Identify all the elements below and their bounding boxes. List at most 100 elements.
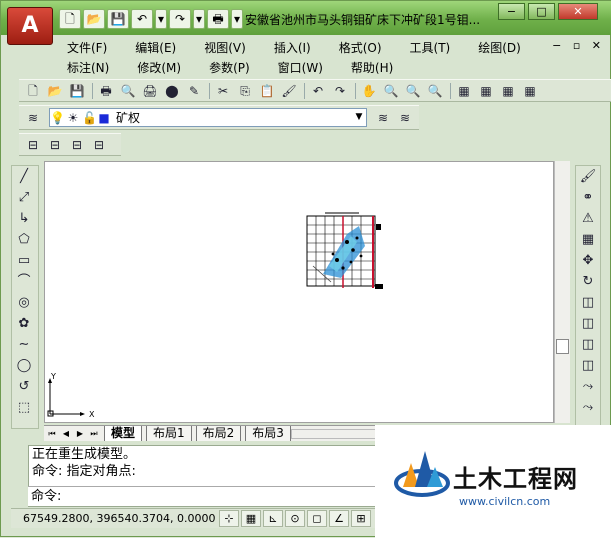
mirror-icon[interactable]: ⚠ bbox=[576, 208, 600, 229]
qat-customize-icon[interactable]: ▾ bbox=[231, 9, 243, 29]
stretch-icon[interactable]: ◫ bbox=[576, 313, 600, 334]
plot-preview-icon[interactable]: 🔍 bbox=[118, 82, 138, 100]
snap-mode-icon[interactable]: ⊹ bbox=[219, 510, 239, 527]
chevron-down-icon[interactable]: ▼ bbox=[352, 109, 366, 126]
tab-layout2[interactable]: 布局2 bbox=[195, 426, 242, 441]
redo-icon[interactable]: ↷ bbox=[169, 9, 191, 29]
ellipse-arc-icon[interactable]: ↺ bbox=[12, 376, 36, 397]
rectangle-icon[interactable]: ▭ bbox=[12, 250, 36, 271]
open-icon[interactable]: 📂 bbox=[45, 82, 65, 100]
object-snap-icon[interactable]: ◻ bbox=[307, 510, 327, 527]
copy-icon[interactable]: ⎘ bbox=[235, 82, 255, 100]
scale-icon[interactable]: ◫ bbox=[576, 292, 600, 313]
arc-icon[interactable]: ⌒ bbox=[12, 271, 36, 292]
polygon-icon[interactable]: ⬠ bbox=[12, 229, 36, 250]
tab-layout1[interactable]: 布局1 bbox=[146, 426, 192, 441]
new-file-icon[interactable]: 🗋 bbox=[59, 9, 81, 29]
construction-line-icon[interactable]: ⤢ bbox=[12, 187, 36, 208]
tab-model[interactable]: 模型 bbox=[104, 426, 143, 441]
layer-thaw-icon[interactable]: ☀ bbox=[66, 109, 80, 127]
insert-block-icon[interactable]: ⊟ bbox=[45, 136, 65, 154]
menu-dimension[interactable]: 标注(N) bbox=[67, 59, 109, 76]
sheet-set-icon[interactable]: ▦ bbox=[520, 82, 540, 100]
plot-icon[interactable]: 🖶 bbox=[96, 82, 116, 100]
rotate-icon[interactable]: ↻ bbox=[576, 271, 600, 292]
menu-file[interactable]: 文件(F) bbox=[67, 39, 107, 56]
line-icon[interactable]: ╱ bbox=[12, 166, 36, 187]
move-icon[interactable]: ✥ bbox=[576, 250, 600, 271]
next-tab-icon[interactable]: ▶ bbox=[74, 428, 86, 440]
table-style-icon[interactable]: ⊟ bbox=[89, 136, 109, 154]
open-file-icon[interactable]: 📂 bbox=[83, 9, 105, 29]
ortho-mode-icon[interactable]: ⊾ bbox=[263, 510, 283, 527]
menu-format[interactable]: 格式(O) bbox=[339, 39, 382, 56]
save-icon[interactable]: 💾 bbox=[107, 9, 129, 29]
text-style-icon[interactable]: ⊟ bbox=[67, 136, 87, 154]
object-snap-tracking-icon[interactable]: ∠ bbox=[329, 510, 349, 527]
zoom-window-icon[interactable]: 🔍 bbox=[403, 82, 423, 100]
match-properties-icon[interactable]: 🖌 bbox=[279, 82, 299, 100]
undo-icon[interactable]: ↶ bbox=[308, 82, 328, 100]
last-tab-icon[interactable]: ⏭ bbox=[88, 428, 100, 440]
circle-icon[interactable]: ◎ bbox=[12, 292, 36, 313]
layer-previous-icon[interactable]: ≋ bbox=[395, 109, 415, 127]
menu-modify[interactable]: 修改(M) bbox=[137, 59, 181, 76]
make-object-layer-current-icon[interactable]: ≋ bbox=[373, 109, 393, 127]
polar-tracking-icon[interactable]: ⊙ bbox=[285, 510, 305, 527]
copy-object-icon[interactable]: ⚭ bbox=[576, 187, 600, 208]
drawing-canvas[interactable]: Y X bbox=[44, 161, 554, 423]
document-window-controls[interactable]: − ▫ ✕ bbox=[552, 39, 605, 52]
3d-dwf-icon[interactable]: ⬤ bbox=[162, 82, 182, 100]
cut-icon[interactable]: ✂ bbox=[213, 82, 233, 100]
save-icon[interactable]: 💾 bbox=[67, 82, 87, 100]
menu-window[interactable]: 窗口(W) bbox=[278, 59, 323, 76]
layer-unlock-icon[interactable]: 🔓 bbox=[82, 109, 97, 127]
design-center-icon[interactable]: ▦ bbox=[476, 82, 496, 100]
trim-icon[interactable]: ◫ bbox=[576, 334, 600, 355]
revision-cloud-icon[interactable]: ✿ bbox=[12, 313, 36, 334]
join-icon[interactable]: ⤳ bbox=[576, 397, 600, 418]
first-tab-icon[interactable]: ⏮ bbox=[46, 428, 58, 440]
spline-icon[interactable]: ∼ bbox=[12, 334, 36, 355]
menu-help[interactable]: 帮助(H) bbox=[351, 59, 393, 76]
maximize-button[interactable]: □ bbox=[528, 3, 555, 20]
layer-dropdown[interactable]: 💡 ☀ 🔓 ■ 矿权 ▼ bbox=[49, 108, 367, 127]
array-icon[interactable]: ▦ bbox=[576, 229, 600, 250]
command-input[interactable]: 命令: bbox=[28, 486, 378, 506]
dynamic-ucs-icon[interactable]: ⊞ bbox=[351, 510, 371, 527]
polyline-icon[interactable]: ↳ bbox=[12, 208, 36, 229]
pan-icon[interactable]: ✋ bbox=[359, 82, 379, 100]
paste-icon[interactable]: 📋 bbox=[257, 82, 277, 100]
minimize-button[interactable]: − bbox=[498, 3, 525, 20]
insert-block-icon[interactable]: ⬚ bbox=[12, 397, 36, 418]
application-menu-button[interactable]: A bbox=[7, 7, 53, 45]
ellipse-icon[interactable]: ◯ bbox=[12, 355, 36, 376]
print-icon[interactable]: 🖶 bbox=[207, 9, 229, 29]
layer-on-icon[interactable]: 💡 bbox=[50, 109, 65, 127]
markup-icon[interactable]: ✎ bbox=[184, 82, 204, 100]
tool-palettes-icon[interactable]: ▦ bbox=[498, 82, 518, 100]
menu-insert[interactable]: 插入(I) bbox=[274, 39, 311, 56]
zoom-previous-icon[interactable]: 🔍 bbox=[425, 82, 445, 100]
menu-view[interactable]: 视图(V) bbox=[204, 39, 246, 56]
scrollbar-thumb[interactable] bbox=[556, 339, 569, 354]
menu-parametric[interactable]: 参数(P) bbox=[209, 59, 250, 76]
extend-icon[interactable]: ◫ bbox=[576, 355, 600, 376]
redo-dropdown-icon[interactable]: ▾ bbox=[193, 9, 205, 29]
close-button[interactable]: ✕ bbox=[558, 3, 598, 20]
new-icon[interactable]: 🗋 bbox=[23, 82, 43, 100]
menu-edit[interactable]: 编辑(E) bbox=[135, 39, 176, 56]
layer-manager-icon[interactable]: ≋ bbox=[23, 109, 43, 127]
grid-display-icon[interactable]: ▦ bbox=[241, 510, 261, 527]
tab-layout3[interactable]: 布局3 bbox=[245, 426, 291, 441]
previous-tab-icon[interactable]: ◀ bbox=[60, 428, 72, 440]
redo-icon[interactable]: ↷ bbox=[330, 82, 350, 100]
vertical-scrollbar[interactable] bbox=[554, 161, 570, 423]
dimension-icon[interactable]: ⊟ bbox=[23, 136, 43, 154]
undo-icon[interactable]: ↶ bbox=[131, 9, 153, 29]
menu-tools[interactable]: 工具(T) bbox=[410, 39, 451, 56]
break-icon[interactable]: ⤳ bbox=[576, 376, 600, 397]
undo-dropdown-icon[interactable]: ▾ bbox=[155, 9, 167, 29]
menu-draw[interactable]: 绘图(D) bbox=[478, 39, 521, 56]
zoom-realtime-icon[interactable]: 🔍 bbox=[381, 82, 401, 100]
